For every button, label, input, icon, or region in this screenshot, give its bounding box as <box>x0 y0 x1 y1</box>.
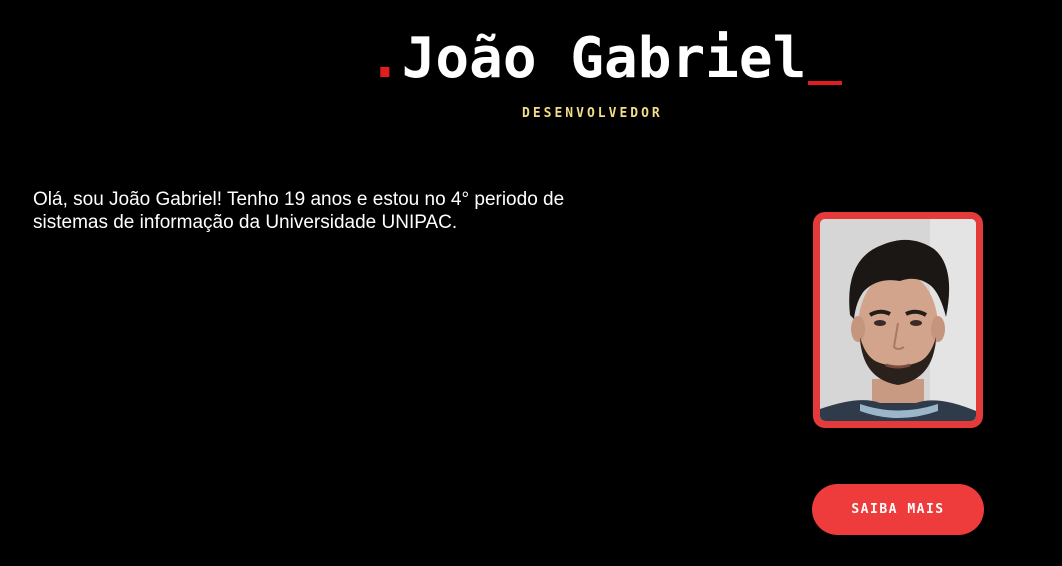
profile-photo <box>813 212 983 428</box>
title-dot: . <box>368 26 402 91</box>
photo-ear-right <box>931 316 945 342</box>
profile-photo-illustration <box>820 219 976 421</box>
photo-ear-left <box>851 316 865 342</box>
photo-eye-right <box>910 320 922 326</box>
photo-eye-left <box>874 320 886 326</box>
title-name: João Gabriel <box>401 26 807 91</box>
bio-paragraph: Olá, sou João Gabriel! Tenho 19 anos e e… <box>33 189 565 233</box>
typing-cursor <box>808 81 843 85</box>
role-subtitle: DESENVOLVEDOR <box>522 106 663 121</box>
hero-header: .João Gabriel DESENVOLVEDOR <box>0 0 1062 140</box>
saiba-mais-button[interactable]: SAIBA MAIS <box>812 484 984 535</box>
page-title: .João Gabriel <box>368 24 843 94</box>
